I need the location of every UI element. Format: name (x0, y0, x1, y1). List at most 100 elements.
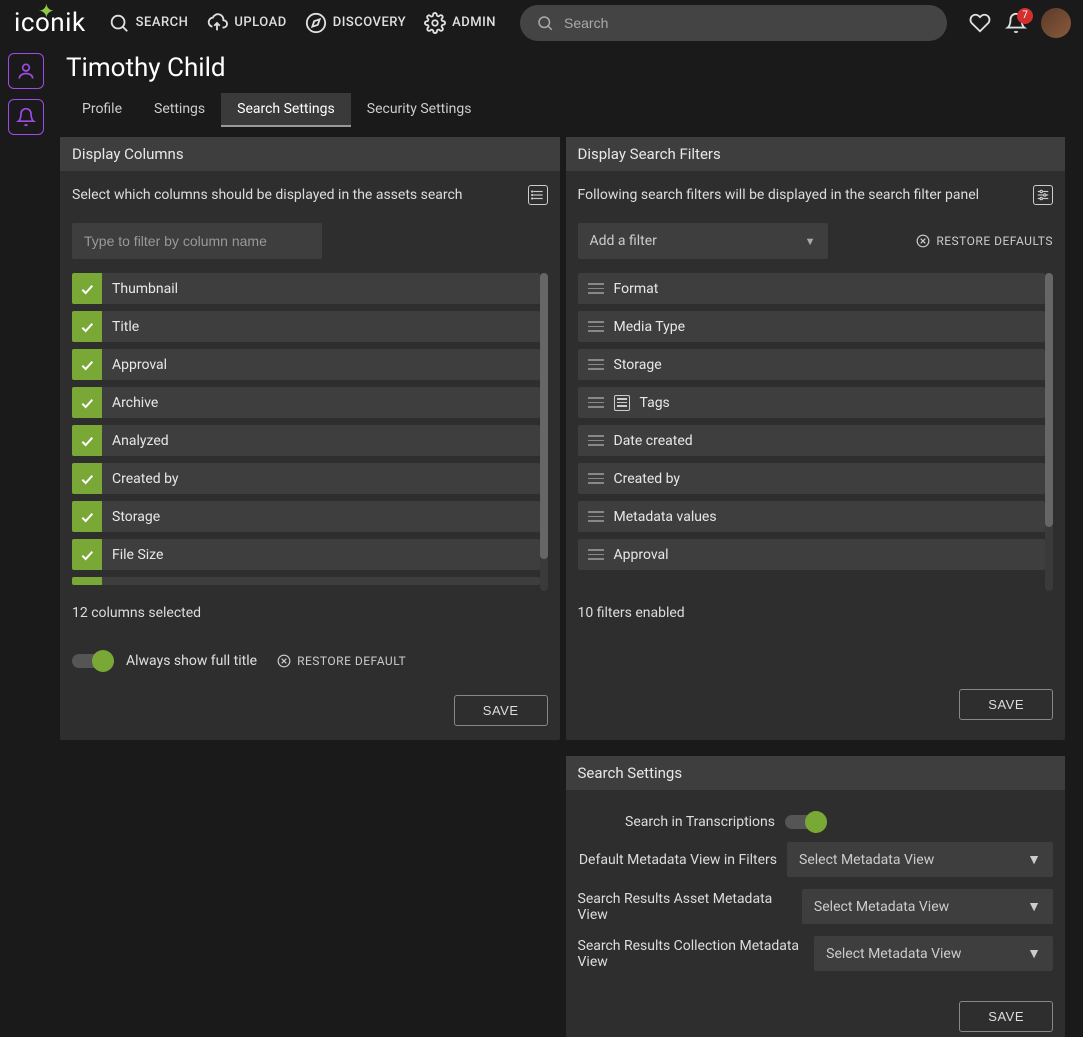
nav-discovery[interactable]: DISCOVERY (305, 12, 406, 34)
chevron-down-icon: ▼ (1027, 851, 1041, 868)
gear-icon (424, 12, 446, 34)
checkbox-checked[interactable] (72, 501, 102, 532)
filter-label: Metadata values (614, 509, 717, 525)
drag-handle-icon[interactable] (588, 549, 604, 560)
filter-item[interactable]: Storage (578, 349, 1046, 380)
panel-header: Display Search Filters (566, 137, 1066, 171)
select-placeholder: Select Metadata View (814, 899, 949, 915)
tab-settings[interactable]: Settings (138, 93, 221, 127)
filters-count: 10 filters enabled (578, 605, 1054, 621)
search-icon (108, 12, 130, 34)
filter-item[interactable]: Created by (578, 463, 1046, 494)
column-item[interactable]: Thumbnail (72, 273, 540, 304)
restore-default-label: RESTORE DEFAULT (297, 654, 406, 668)
add-filter-select[interactable]: Add a filter ▼ (578, 223, 828, 259)
tab-security-settings[interactable]: Security Settings (351, 93, 488, 127)
notification-badge: 7 (1017, 8, 1033, 24)
column-item[interactable]: Archive (72, 387, 540, 418)
transcriptions-label: Search in Transcriptions (625, 814, 775, 830)
drag-handle-icon[interactable] (588, 283, 604, 294)
save-search-settings-button[interactable]: SAVE (959, 1001, 1053, 1032)
checkbox-checked[interactable] (72, 577, 102, 585)
rail-user-button[interactable] (8, 53, 44, 89)
panel-description: Following search filters will be display… (578, 187, 980, 203)
column-label: Created by (102, 471, 179, 487)
filter-label: Format (614, 281, 659, 297)
nav-admin-label: ADMIN (452, 15, 496, 30)
chevron-down-icon: ▼ (1027, 945, 1041, 962)
checkbox-checked[interactable] (72, 349, 102, 380)
nav-upload[interactable]: UPLOAD (206, 12, 286, 34)
panel-description: Select which columns should be displayed… (72, 187, 463, 203)
notifications-button[interactable]: 7 (1005, 12, 1027, 34)
filter-item[interactable]: Media Type (578, 311, 1046, 342)
bell-icon (16, 107, 36, 127)
column-item[interactable] (72, 577, 540, 585)
checkbox-checked[interactable] (72, 539, 102, 570)
list-icon (614, 395, 630, 411)
filter-label: Created by (614, 471, 681, 487)
filter-item[interactable]: Metadata values (578, 501, 1046, 532)
collection-meta-select[interactable]: Select Metadata View ▼ (814, 936, 1053, 971)
scrollbar[interactable] (1045, 273, 1053, 591)
global-search-input[interactable] (564, 15, 931, 31)
nav-search[interactable]: SEARCH (108, 12, 189, 34)
drag-handle-icon[interactable] (588, 359, 604, 370)
filter-item[interactable]: Date created (578, 425, 1046, 456)
column-item[interactable]: Analyzed (72, 425, 540, 456)
drag-handle-icon[interactable] (588, 473, 604, 484)
default-meta-select[interactable]: Select Metadata View ▼ (787, 842, 1053, 877)
drag-handle-icon[interactable] (588, 397, 604, 408)
chevron-down-icon: ▼ (805, 235, 816, 248)
column-item[interactable]: File Size (72, 539, 540, 570)
display-filters-panel: Display Search Filters Following search … (566, 137, 1066, 740)
save-filters-button[interactable]: SAVE (959, 689, 1053, 720)
drag-handle-icon[interactable] (588, 435, 604, 446)
restore-default-link[interactable]: RESTORE DEFAULT (277, 654, 406, 668)
column-label: Thumbnail (102, 281, 178, 297)
full-title-toggle[interactable] (72, 654, 114, 668)
global-search[interactable] (520, 5, 947, 41)
save-columns-button[interactable]: SAVE (454, 695, 548, 726)
add-filter-placeholder: Add a filter (590, 233, 657, 249)
filter-item[interactable]: Tags (578, 387, 1046, 418)
rail-notifications-button[interactable] (8, 99, 44, 135)
scrollbar[interactable] (540, 273, 548, 591)
search-settings-panel: Search Settings Search in Transcriptions… (566, 756, 1066, 1037)
collection-meta-label: Search Results Collection Metadata View (578, 938, 805, 970)
nav-search-label: SEARCH (136, 15, 189, 30)
transcriptions-toggle[interactable] (785, 815, 827, 829)
column-label: Title (102, 319, 139, 335)
checkbox-checked[interactable] (72, 387, 102, 418)
drag-handle-icon[interactable] (588, 511, 604, 522)
column-filter-input[interactable] (72, 223, 322, 259)
filter-item[interactable]: Format (578, 273, 1046, 304)
nav-discovery-label: DISCOVERY (333, 15, 406, 30)
column-item[interactable]: Approval (72, 349, 540, 380)
column-item[interactable]: Title (72, 311, 540, 342)
favorites-button[interactable] (969, 12, 991, 34)
columns-icon[interactable] (528, 185, 548, 205)
sliders-icon[interactable] (1033, 185, 1053, 205)
user-icon (16, 61, 36, 81)
filter-item[interactable]: Approval (578, 539, 1046, 570)
tab-search-settings[interactable]: Search Settings (221, 93, 351, 127)
asset-meta-select[interactable]: Select Metadata View ▼ (802, 889, 1053, 924)
checkbox-checked[interactable] (72, 273, 102, 304)
checkbox-checked[interactable] (72, 463, 102, 494)
restore-defaults-label: RESTORE DEFAULTS (936, 234, 1053, 248)
tab-profile[interactable]: Profile (66, 93, 138, 127)
logo[interactable]: ic✦onik (14, 8, 86, 38)
filter-label: Date created (614, 433, 693, 449)
column-label: Analyzed (102, 433, 169, 449)
drag-handle-icon[interactable] (588, 321, 604, 332)
restore-defaults-link[interactable]: RESTORE DEFAULTS (916, 234, 1053, 248)
checkbox-checked[interactable] (72, 311, 102, 342)
panel-header: Display Columns (60, 137, 560, 171)
column-item[interactable]: Created by (72, 463, 540, 494)
avatar[interactable] (1041, 8, 1071, 38)
nav-admin[interactable]: ADMIN (424, 12, 496, 34)
column-item[interactable]: Storage (72, 501, 540, 532)
checkbox-checked[interactable] (72, 425, 102, 456)
column-label: Archive (102, 395, 158, 411)
